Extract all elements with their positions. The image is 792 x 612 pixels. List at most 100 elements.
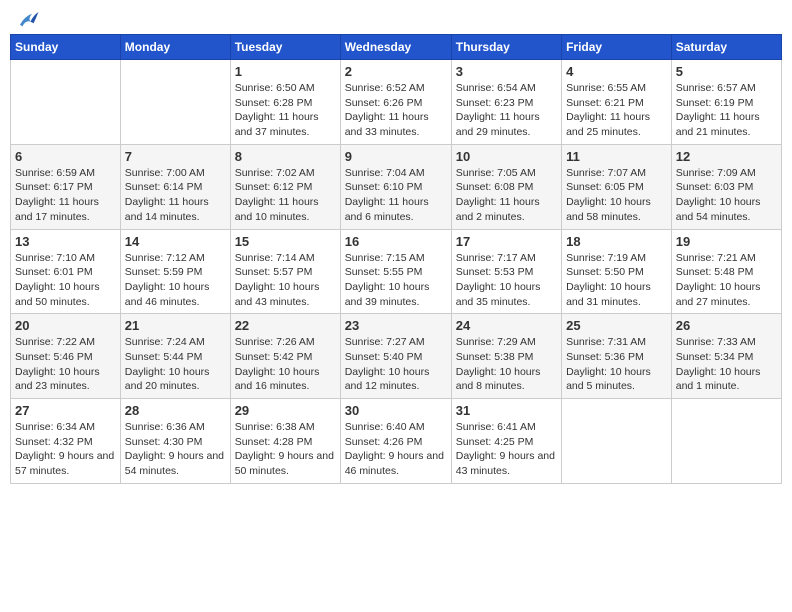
calendar-week-5: 27 Sunrise: 6:34 AM Sunset: 4:32 PM Dayli… — [11, 399, 782, 484]
calendar-cell: 17 Sunrise: 7:17 AM Sunset: 5:53 PM Dayli… — [451, 229, 561, 314]
day-number: 19 — [676, 234, 777, 249]
calendar-cell: 22 Sunrise: 7:26 AM Sunset: 5:42 PM Dayli… — [230, 314, 340, 399]
calendar-week-2: 6 Sunrise: 6:59 AM Sunset: 6:17 PM Daylig… — [11, 144, 782, 229]
day-info: Sunrise: 7:07 AM Sunset: 6:05 PM Dayligh… — [566, 166, 667, 225]
day-header-sunday: Sunday — [11, 35, 121, 60]
calendar-cell — [120, 60, 230, 145]
calendar-cell: 4Sunrise: 6:55 AM Sunset: 6:21 PM Daylig… — [562, 60, 672, 145]
calendar-cell: 6 Sunrise: 6:59 AM Sunset: 6:17 PM Daylig… — [11, 144, 121, 229]
calendar-week-3: 13 Sunrise: 7:10 AM Sunset: 6:01 PM Dayli… — [11, 229, 782, 314]
calendar-cell: 16Sunrise: 7:15 AM Sunset: 5:55 PM Dayli… — [340, 229, 451, 314]
day-number: 14 — [125, 234, 226, 249]
day-number: 6 — [15, 149, 116, 164]
day-info: Sunrise: 6:50 AM Sunset: 6:28 PM Dayligh… — [235, 81, 336, 140]
calendar-cell — [11, 60, 121, 145]
day-info: Sunrise: 7:02 AM Sunset: 6:12 PM Dayligh… — [235, 166, 336, 225]
calendar-cell: 15Sunrise: 7:14 AM Sunset: 5:57 PM Dayli… — [230, 229, 340, 314]
day-number: 22 — [235, 318, 336, 333]
day-info: Sunrise: 7:05 AM Sunset: 6:08 PM Dayligh… — [456, 166, 557, 225]
calendar-header: SundayMondayTuesdayWednesdayThursdayFrid… — [11, 35, 782, 60]
calendar-cell: 9 Sunrise: 7:04 AM Sunset: 6:10 PM Daylig… — [340, 144, 451, 229]
day-number: 7 — [125, 149, 226, 164]
day-info: Sunrise: 6:52 AM Sunset: 6:26 PM Dayligh… — [345, 81, 447, 140]
day-number: 13 — [15, 234, 116, 249]
day-number: 9 — [345, 149, 447, 164]
day-number: 30 — [345, 403, 447, 418]
day-number: 31 — [456, 403, 557, 418]
day-info: Sunrise: 7:04 AM Sunset: 6:10 PM Dayligh… — [345, 166, 447, 225]
calendar-cell: 31 Sunrise: 6:41 AM Sunset: 4:25 PM Dayli… — [451, 399, 561, 484]
calendar-cell: 8 Sunrise: 7:02 AM Sunset: 6:12 PM Daylig… — [230, 144, 340, 229]
calendar-cell: 23 Sunrise: 7:27 AM Sunset: 5:40 PM Dayli… — [340, 314, 451, 399]
day-info: Sunrise: 7:00 AM Sunset: 6:14 PM Dayligh… — [125, 166, 226, 225]
day-number: 24 — [456, 318, 557, 333]
calendar-cell: 1 Sunrise: 6:50 AM Sunset: 6:28 PM Daylig… — [230, 60, 340, 145]
day-number: 20 — [15, 318, 116, 333]
day-number: 23 — [345, 318, 447, 333]
day-header-tuesday: Tuesday — [230, 35, 340, 60]
day-number: 12 — [676, 149, 777, 164]
day-info: Sunrise: 7:10 AM Sunset: 6:01 PM Dayligh… — [15, 251, 116, 310]
day-number: 11 — [566, 149, 667, 164]
day-header-thursday: Thursday — [451, 35, 561, 60]
day-number: 21 — [125, 318, 226, 333]
calendar-cell: 13 Sunrise: 7:10 AM Sunset: 6:01 PM Dayli… — [11, 229, 121, 314]
calendar-cell — [671, 399, 781, 484]
calendar-cell: 28 Sunrise: 6:36 AM Sunset: 4:30 PM Dayli… — [120, 399, 230, 484]
calendar-cell: 25 Sunrise: 7:31 AM Sunset: 5:36 PM Dayli… — [562, 314, 672, 399]
day-number: 1 — [235, 64, 336, 79]
day-number: 3 — [456, 64, 557, 79]
day-info: Sunrise: 7:33 AM Sunset: 5:34 PM Dayligh… — [676, 335, 777, 394]
day-info: Sunrise: 7:24 AM Sunset: 5:44 PM Dayligh… — [125, 335, 226, 394]
calendar-cell: 27 Sunrise: 6:34 AM Sunset: 4:32 PM Dayli… — [11, 399, 121, 484]
day-info: Sunrise: 7:17 AM Sunset: 5:53 PM Dayligh… — [456, 251, 557, 310]
calendar-cell: 29Sunrise: 6:38 AM Sunset: 4:28 PM Dayli… — [230, 399, 340, 484]
day-info: Sunrise: 7:31 AM Sunset: 5:36 PM Dayligh… — [566, 335, 667, 394]
day-info: Sunrise: 6:40 AM Sunset: 4:26 PM Dayligh… — [345, 420, 447, 479]
logo-bird-icon — [16, 10, 40, 30]
calendar-cell: 3Sunrise: 6:54 AM Sunset: 6:23 PM Daylig… — [451, 60, 561, 145]
calendar-cell: 7 Sunrise: 7:00 AM Sunset: 6:14 PM Daylig… — [120, 144, 230, 229]
calendar-cell: 20 Sunrise: 7:22 AM Sunset: 5:46 PM Dayli… — [11, 314, 121, 399]
day-number: 27 — [15, 403, 116, 418]
day-info: Sunrise: 7:09 AM Sunset: 6:03 PM Dayligh… — [676, 166, 777, 225]
day-info: Sunrise: 6:41 AM Sunset: 4:25 PM Dayligh… — [456, 420, 557, 479]
day-header-friday: Friday — [562, 35, 672, 60]
calendar-cell: 11 Sunrise: 7:07 AM Sunset: 6:05 PM Dayli… — [562, 144, 672, 229]
calendar-week-1: 1 Sunrise: 6:50 AM Sunset: 6:28 PM Daylig… — [11, 60, 782, 145]
page-header — [10, 10, 782, 26]
calendar-cell: 21 Sunrise: 7:24 AM Sunset: 5:44 PM Dayli… — [120, 314, 230, 399]
day-info: Sunrise: 7:26 AM Sunset: 5:42 PM Dayligh… — [235, 335, 336, 394]
day-info: Sunrise: 6:55 AM Sunset: 6:21 PM Dayligh… — [566, 81, 667, 140]
calendar-cell: 14 Sunrise: 7:12 AM Sunset: 5:59 PM Dayli… — [120, 229, 230, 314]
calendar-week-4: 20 Sunrise: 7:22 AM Sunset: 5:46 PM Dayli… — [11, 314, 782, 399]
day-number: 5 — [676, 64, 777, 79]
calendar-cell: 5 Sunrise: 6:57 AM Sunset: 6:19 PM Daylig… — [671, 60, 781, 145]
day-number: 25 — [566, 318, 667, 333]
day-info: Sunrise: 7:12 AM Sunset: 5:59 PM Dayligh… — [125, 251, 226, 310]
calendar-cell: 19Sunrise: 7:21 AM Sunset: 5:48 PM Dayli… — [671, 229, 781, 314]
day-info: Sunrise: 7:29 AM Sunset: 5:38 PM Dayligh… — [456, 335, 557, 394]
day-info: Sunrise: 6:57 AM Sunset: 6:19 PM Dayligh… — [676, 81, 777, 140]
day-number: 28 — [125, 403, 226, 418]
day-number: 29 — [235, 403, 336, 418]
day-number: 17 — [456, 234, 557, 249]
day-info: Sunrise: 7:27 AM Sunset: 5:40 PM Dayligh… — [345, 335, 447, 394]
calendar-table: SundayMondayTuesdayWednesdayThursdayFrid… — [10, 34, 782, 484]
calendar-cell: 18 Sunrise: 7:19 AM Sunset: 5:50 PM Dayli… — [562, 229, 672, 314]
day-number: 18 — [566, 234, 667, 249]
day-header-wednesday: Wednesday — [340, 35, 451, 60]
day-info: Sunrise: 6:34 AM Sunset: 4:32 PM Dayligh… — [15, 420, 116, 479]
calendar-cell — [562, 399, 672, 484]
day-info: Sunrise: 6:59 AM Sunset: 6:17 PM Dayligh… — [15, 166, 116, 225]
calendar-cell: 2 Sunrise: 6:52 AM Sunset: 6:26 PM Daylig… — [340, 60, 451, 145]
day-info: Sunrise: 7:22 AM Sunset: 5:46 PM Dayligh… — [15, 335, 116, 394]
day-number: 2 — [345, 64, 447, 79]
calendar-cell: 10Sunrise: 7:05 AM Sunset: 6:08 PM Dayli… — [451, 144, 561, 229]
day-number: 15 — [235, 234, 336, 249]
day-info: Sunrise: 7:19 AM Sunset: 5:50 PM Dayligh… — [566, 251, 667, 310]
calendar-cell: 26Sunrise: 7:33 AM Sunset: 5:34 PM Dayli… — [671, 314, 781, 399]
day-info: Sunrise: 6:36 AM Sunset: 4:30 PM Dayligh… — [125, 420, 226, 479]
day-header-monday: Monday — [120, 35, 230, 60]
day-number: 8 — [235, 149, 336, 164]
